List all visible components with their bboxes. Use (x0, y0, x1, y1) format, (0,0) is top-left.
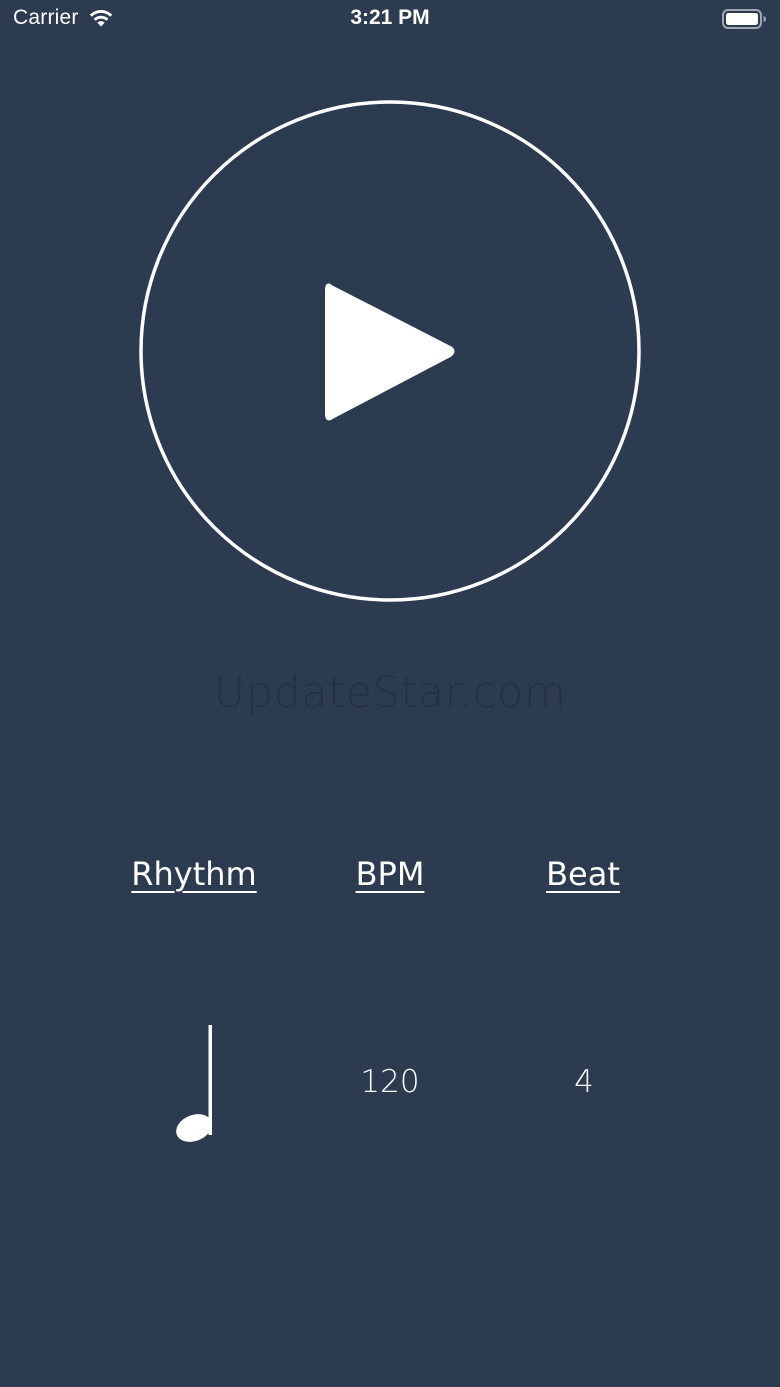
play-icon (325, 283, 455, 421)
play-circle (139, 100, 641, 602)
beat-header-link[interactable]: Beat (483, 855, 683, 893)
status-bar: Carrier 3:21 PM (0, 0, 780, 40)
bpm-header-link[interactable]: BPM (290, 855, 490, 893)
rhythm-value[interactable] (160, 1020, 230, 1150)
rhythm-header-link[interactable]: Rhythm (94, 855, 294, 893)
status-time: 3:21 PM (350, 6, 430, 29)
quarter-note-icon (176, 1025, 212, 1142)
watermark-text: UpdateStar.com (213, 668, 567, 718)
bpm-value[interactable]: 120 (290, 1064, 490, 1100)
play-button[interactable] (139, 100, 641, 602)
beat-value[interactable]: 4 (484, 1064, 684, 1100)
battery-icon (722, 9, 766, 29)
